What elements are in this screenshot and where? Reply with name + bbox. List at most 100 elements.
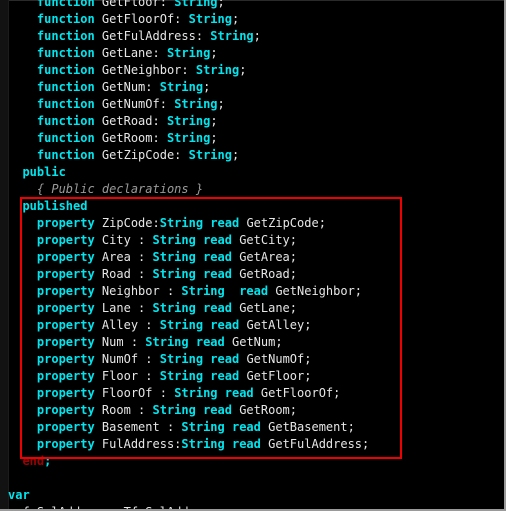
code-token: function bbox=[8, 148, 95, 162]
code-line[interactable]: property ZipCode:String read GetZipCode; bbox=[0, 215, 326, 232]
code-token: String read bbox=[159, 318, 240, 332]
code-token: String bbox=[166, 46, 211, 60]
code-token: property bbox=[8, 301, 95, 315]
code-editor-screenshot: function GetFloor: String; function GetF… bbox=[0, 0, 506, 511]
code-token: String read bbox=[159, 216, 240, 230]
code-token: GetRoad; bbox=[231, 267, 298, 281]
code-token: ; bbox=[253, 29, 261, 43]
code-line[interactable]: published bbox=[0, 198, 87, 215]
code-token: String read bbox=[152, 403, 232, 417]
code-line[interactable]: property Lane : String read GetLane; bbox=[0, 300, 297, 317]
code-token: Lane : bbox=[94, 301, 153, 315]
code-token: String bbox=[174, 97, 218, 111]
code-line[interactable] bbox=[0, 470, 15, 487]
code-token: Neighbor : bbox=[94, 284, 182, 298]
code-token: function bbox=[8, 46, 95, 60]
code-token: published bbox=[8, 199, 88, 213]
code-line[interactable]: function GetRoad: String; bbox=[0, 113, 218, 130]
code-line[interactable]: property Neighbor : String read GetNeigh… bbox=[0, 283, 362, 300]
code-token: GetFloorOf: bbox=[94, 12, 189, 26]
code-line[interactable]: function GetFloor: String; bbox=[0, 0, 225, 11]
code-token: GetCity; bbox=[231, 233, 298, 247]
code-token: ; bbox=[239, 63, 247, 77]
code-token: GetNumOf; bbox=[239, 352, 312, 366]
code-token: function bbox=[8, 131, 95, 145]
code-token: String read bbox=[174, 386, 254, 400]
code-token: function bbox=[8, 63, 95, 77]
code-token: var bbox=[8, 488, 30, 502]
code-token: String read bbox=[181, 437, 261, 451]
code-line[interactable]: function GetRoom: String; bbox=[0, 130, 218, 147]
code-line[interactable]: function GetZipCode: String; bbox=[0, 147, 239, 164]
code-token: String read bbox=[181, 420, 261, 434]
code-token: ; bbox=[217, 97, 225, 111]
code-line[interactable]: { Public declarations } bbox=[0, 181, 203, 198]
code-token: NumOf : bbox=[94, 352, 160, 366]
code-line[interactable]: property Num : String read GetNum; bbox=[0, 334, 283, 351]
code-token: GetNeighbor; bbox=[268, 284, 363, 298]
code-token: property bbox=[8, 437, 95, 451]
code-line[interactable]: property Floor : String read GetFloor; bbox=[0, 368, 312, 385]
code-token: GetFloor: bbox=[94, 0, 175, 9]
code-line[interactable]: property City : String read GetCity; bbox=[0, 232, 297, 249]
code-line[interactable]: public bbox=[0, 164, 65, 181]
code-token: GetLane; bbox=[231, 301, 298, 315]
code-line[interactable]: property Room : String read GetRoom; bbox=[0, 402, 297, 419]
code-line[interactable]: function GetFulAddress: String; bbox=[0, 28, 261, 45]
code-token: function bbox=[8, 114, 95, 128]
code-token: ; bbox=[210, 131, 218, 145]
code-token: String read bbox=[152, 301, 232, 315]
code-token: GetNum: bbox=[94, 80, 160, 94]
code-token: String bbox=[195, 63, 240, 77]
code-token: ; bbox=[231, 148, 240, 162]
code-token: String bbox=[166, 114, 211, 128]
code-token: Road : bbox=[94, 267, 153, 281]
code-token: end bbox=[8, 454, 45, 468]
code-token: String bbox=[188, 148, 232, 162]
code-token: GetArea; bbox=[231, 250, 298, 264]
code-token: { Public declarations } bbox=[8, 182, 204, 196]
code-line[interactable]: property FloorOf : String read GetFloorO… bbox=[0, 385, 340, 402]
code-token: String bbox=[159, 80, 204, 94]
code-token: function bbox=[8, 80, 95, 94]
code-token: GetLane: bbox=[94, 46, 167, 60]
code-line[interactable]: function GetNum: String; bbox=[0, 79, 210, 96]
code-token: String bbox=[210, 29, 254, 43]
code-token: Area : bbox=[94, 250, 153, 264]
code-line[interactable]: fmSelAddress: TfmSelAddress; bbox=[0, 504, 224, 509]
code-line[interactable]: end; bbox=[0, 453, 51, 470]
code-token: ZipCode: bbox=[94, 216, 160, 230]
code-token: GetFloorOf; bbox=[253, 386, 341, 400]
code-token: property bbox=[8, 352, 95, 366]
code-token: property bbox=[8, 369, 95, 383]
code-token: GetFulAddress: bbox=[94, 29, 211, 43]
code-token: String read bbox=[181, 284, 269, 298]
code-token: String bbox=[188, 12, 232, 26]
code-line[interactable]: function GetFloorOf: String; bbox=[0, 11, 239, 28]
code-token: GetNeighbor: bbox=[94, 63, 196, 77]
code-line[interactable]: property Basement : String read GetBasem… bbox=[0, 419, 355, 436]
code-token: property bbox=[8, 267, 95, 281]
code-line[interactable]: property Alley : String read GetAlley; bbox=[0, 317, 312, 334]
code-token: GetZipCode; bbox=[239, 216, 326, 230]
code-token: function bbox=[8, 0, 95, 9]
code-token: ; bbox=[203, 80, 211, 94]
code-line[interactable]: var bbox=[0, 487, 30, 504]
code-token: GetNumOf: bbox=[94, 97, 175, 111]
code-token: String bbox=[166, 131, 211, 145]
code-text-area[interactable]: function GetFloor: String; function GetF… bbox=[0, 0, 504, 509]
code-line[interactable]: function GetLane: String; bbox=[0, 45, 218, 62]
code-line[interactable]: function GetNumOf: String; bbox=[0, 96, 225, 113]
code-line[interactable]: property NumOf : String read GetNumOf; bbox=[0, 351, 312, 368]
code-token: FulAddress: bbox=[94, 437, 182, 451]
code-token: property bbox=[8, 335, 95, 349]
code-token: String read bbox=[152, 233, 232, 247]
code-token: property bbox=[8, 420, 95, 434]
code-token: Num : bbox=[94, 335, 146, 349]
code-token: GetRoom; bbox=[231, 403, 298, 417]
code-line[interactable]: property Area : String read GetArea; bbox=[0, 249, 297, 266]
code-line[interactable]: property FulAddress:String read GetFulAd… bbox=[0, 436, 369, 453]
code-line[interactable]: function GetNeighbor: String; bbox=[0, 62, 247, 79]
code-token: property bbox=[8, 284, 95, 298]
code-line[interactable]: property Road : String read GetRoad; bbox=[0, 266, 297, 283]
